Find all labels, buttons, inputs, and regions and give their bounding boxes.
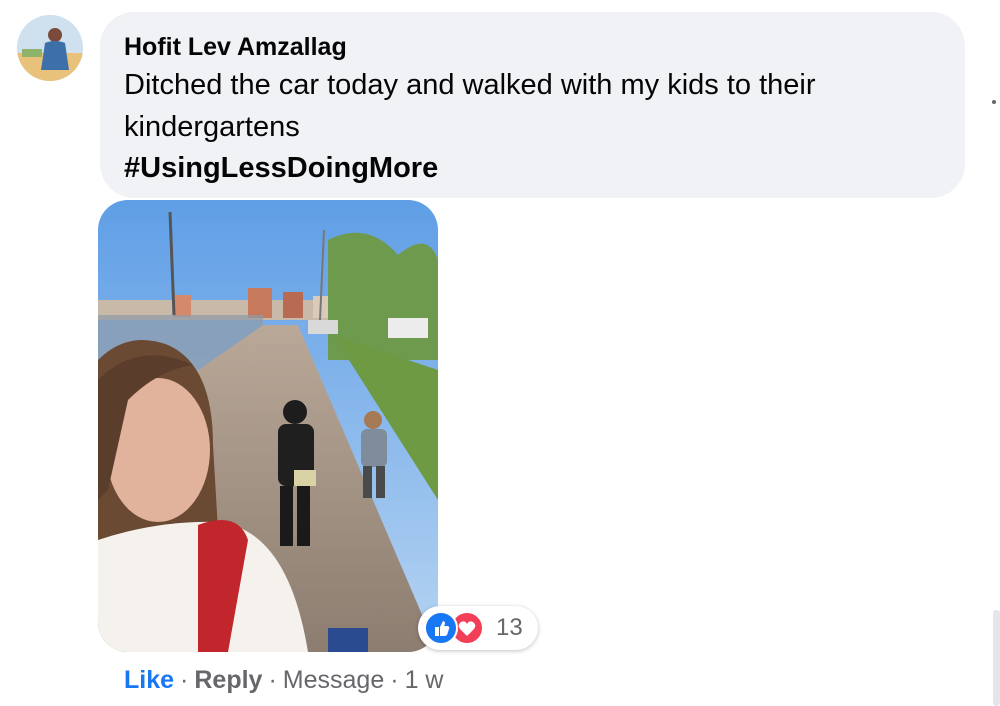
comment-bubble: Hofit Lev Amzallag Ditched the car today… — [100, 12, 965, 198]
reply-button[interactable]: Reply — [194, 666, 262, 694]
avatar-image — [17, 15, 83, 81]
separator: · — [180, 666, 189, 694]
comment-actions: Like · Reply · Message · 1 w — [124, 664, 443, 696]
author-avatar[interactable] — [17, 15, 83, 81]
more-options-icon[interactable] — [992, 100, 996, 104]
message-button[interactable]: Message — [283, 666, 384, 694]
like-button[interactable]: Like — [124, 666, 174, 694]
comment-timestamp[interactable]: 1 w — [405, 666, 444, 694]
reaction-count: 13 — [496, 614, 523, 641]
reactions-summary[interactable]: 13 — [418, 606, 538, 650]
comment-hashtag-link[interactable]: #UsingLessDoingMore — [124, 148, 941, 188]
separator: · — [268, 666, 277, 694]
comment-text: Ditched the car today and walked with my… — [124, 69, 816, 143]
scrollbar[interactable] — [993, 610, 1000, 706]
photo-image — [98, 200, 438, 652]
comment-author-name[interactable]: Hofit Lev Amzallag — [124, 32, 941, 62]
comment-photo[interactable] — [98, 200, 438, 652]
separator: · — [390, 666, 399, 694]
like-icon — [424, 611, 458, 645]
